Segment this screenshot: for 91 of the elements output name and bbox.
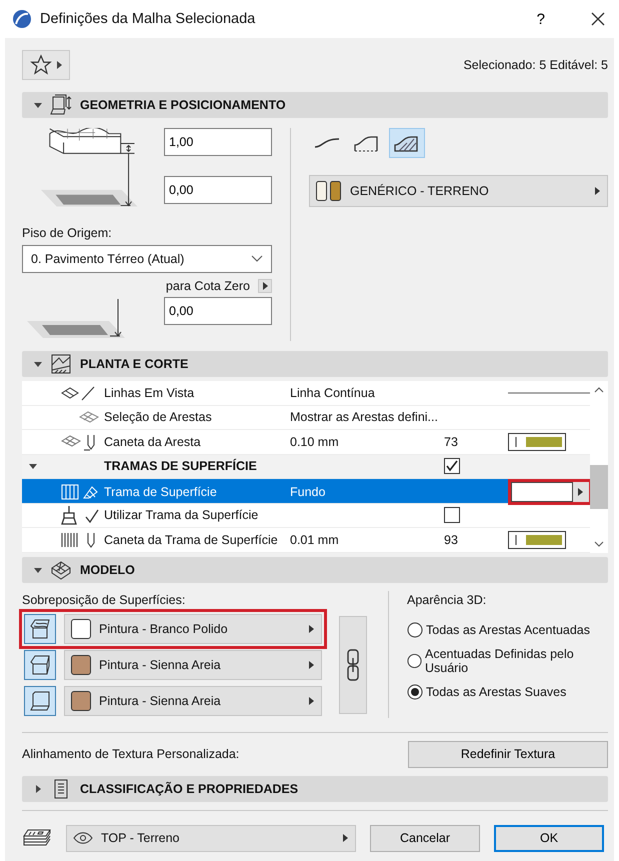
cancel-button[interactable]: Cancelar	[370, 824, 480, 852]
radio-option[interactable]: Todas as Arestas Suaves	[407, 678, 608, 704]
caret-icon	[595, 187, 601, 195]
collapse-caret-icon[interactable]	[29, 462, 37, 470]
property-row[interactable]: Linhas Em Vista Linha Contínua	[22, 381, 590, 406]
favorites-button[interactable]	[22, 50, 70, 80]
section-header[interactable]: CLASSIFICAÇÃO E PROPRIEDADES	[22, 776, 608, 802]
section-title: MODELO	[80, 562, 135, 576]
pen-number: 93	[444, 532, 458, 547]
mesh-edges-icon	[78, 409, 100, 426]
ok-button[interactable]: OK	[494, 824, 604, 852]
property-row[interactable]: Trama de Superfície Fundo	[22, 479, 590, 504]
radio-button[interactable]	[407, 622, 423, 638]
property-label: Caneta da Aresta	[104, 434, 202, 449]
caret-icon	[309, 696, 315, 704]
radio-option[interactable]: Todas as Arestas Acentuadas	[407, 616, 608, 642]
group-title: TRAMAS DE SUPERFÍCIE	[104, 459, 258, 474]
section-title: CLASSIFICAÇÃO E PROPRIEDADES	[80, 782, 298, 796]
layer-selector[interactable]: TOP - Terreno	[66, 824, 356, 852]
radio-button[interactable]	[407, 652, 422, 668]
slab-height-icon	[50, 94, 72, 116]
link-chain-button[interactable]	[339, 616, 367, 714]
appearance-label: Aparência 3D:	[407, 592, 488, 606]
material-swatch-icon	[316, 181, 342, 201]
surface-toggle-button[interactable]	[24, 614, 56, 644]
property-value: 0.01 mm	[290, 532, 339, 547]
reset-texture-button[interactable]: Redefinir Textura	[408, 740, 608, 768]
scroll-down-icon[interactable]	[594, 540, 604, 546]
eye-icon	[73, 832, 93, 844]
surface-material-selector[interactable]: Pintura - Branco Polido	[64, 614, 322, 644]
bottom-surface-icon	[28, 688, 52, 712]
surface-toggle-button[interactable]	[24, 650, 56, 680]
hatch-pattern-icon	[60, 483, 100, 501]
property-value: Linha Contínua	[290, 386, 375, 400]
property-row[interactable]: Caneta da Trama de Superfície 0.01 mm 93	[22, 528, 590, 552]
chain-icon	[347, 648, 359, 680]
brush-check-icon	[60, 505, 100, 526]
top-offset-field[interactable]: 1,00	[164, 128, 272, 156]
side-surface-icon	[28, 652, 52, 676]
property-label: Caneta da Trama de Superfície	[104, 532, 279, 547]
property-row[interactable]: Utilizar Trama da Superfície	[22, 504, 590, 528]
zero-elevation-field[interactable]: 0,00	[164, 297, 272, 325]
shape-mode-button[interactable]	[389, 128, 425, 158]
texture-alignment-label: Alinhamento de Textura Personalizada:	[22, 747, 240, 761]
caret-icon	[57, 61, 63, 69]
section-header[interactable]: MODELO	[22, 556, 608, 582]
surface-material-selector[interactable]: Pintura - Sienna Areia	[64, 686, 322, 716]
app-logo-icon	[12, 9, 32, 29]
surface-override-label: Sobreposição de Superfícies:	[22, 592, 186, 606]
property-value: Mostrar as Arestas defini...	[290, 410, 438, 424]
surface-toggle-button[interactable]	[24, 686, 56, 716]
zero-reference-label: para Cota Zero	[166, 279, 250, 293]
scroll-up-icon[interactable]	[594, 387, 604, 393]
property-value: 0.10 mm	[290, 434, 339, 449]
building-material-selector[interactable]: GENÉRICO - TERRENO	[309, 175, 608, 207]
property-label: Trama de Superfície	[104, 485, 218, 499]
base-offset-field[interactable]: 0,00	[164, 176, 272, 204]
chevron-down-icon	[251, 255, 263, 263]
caret-icon	[343, 834, 349, 842]
star-icon	[30, 54, 52, 76]
surface-material-selector[interactable]: Pintura - Sienna Areia	[64, 650, 322, 680]
close-icon[interactable]	[591, 12, 605, 26]
pen-color-swatch[interactable]	[508, 432, 566, 451]
property-row[interactable]: TRAMAS DE SUPERFÍCIE	[22, 454, 590, 479]
home-story-label: Piso de Origem:	[22, 226, 113, 240]
help-button[interactable]: ?	[536, 10, 545, 28]
section-title: PLANTA E CORTE	[80, 357, 188, 371]
property-label: Seleção de Arestas	[104, 410, 213, 424]
section-header[interactable]: GEOMETRIA E POSICIONAMENTO	[22, 92, 608, 118]
section-header[interactable]: PLANTA E CORTE	[22, 351, 608, 377]
top-surface-icon	[28, 616, 52, 640]
caret-icon	[309, 660, 315, 668]
window-title: Definições da Malha Selecionada	[40, 11, 256, 27]
selection-info: Selecionado: 5 Editável: 5	[463, 58, 608, 72]
caret-icon	[309, 624, 315, 632]
fill-swatch-picker[interactable]	[508, 479, 592, 505]
section-plan-icon	[50, 353, 72, 375]
home-story-dropdown[interactable]: 0. Pavimento Térreo (Atual)	[22, 245, 272, 273]
mesh-icon	[50, 558, 72, 580]
caret-icon	[578, 488, 584, 496]
checkbox[interactable]	[444, 507, 460, 524]
property-label: Utilizar Trama da Superfície	[104, 508, 260, 522]
section-title: GEOMETRIA E POSICIONAMENTO	[80, 98, 286, 112]
radio-option[interactable]: Acentuadas Definidas pelo Usuário	[407, 646, 608, 674]
radio-button[interactable]	[407, 684, 423, 700]
property-row[interactable]: Seleção de Arestas Mostrar as Arestas defini...	[22, 406, 590, 430]
property-label: Linhas Em Vista	[104, 386, 196, 400]
checkbox[interactable]	[444, 458, 460, 474]
pen-color-swatch[interactable]	[508, 530, 566, 549]
pen-number: 73	[444, 434, 458, 449]
property-value: Fundo	[290, 485, 326, 499]
